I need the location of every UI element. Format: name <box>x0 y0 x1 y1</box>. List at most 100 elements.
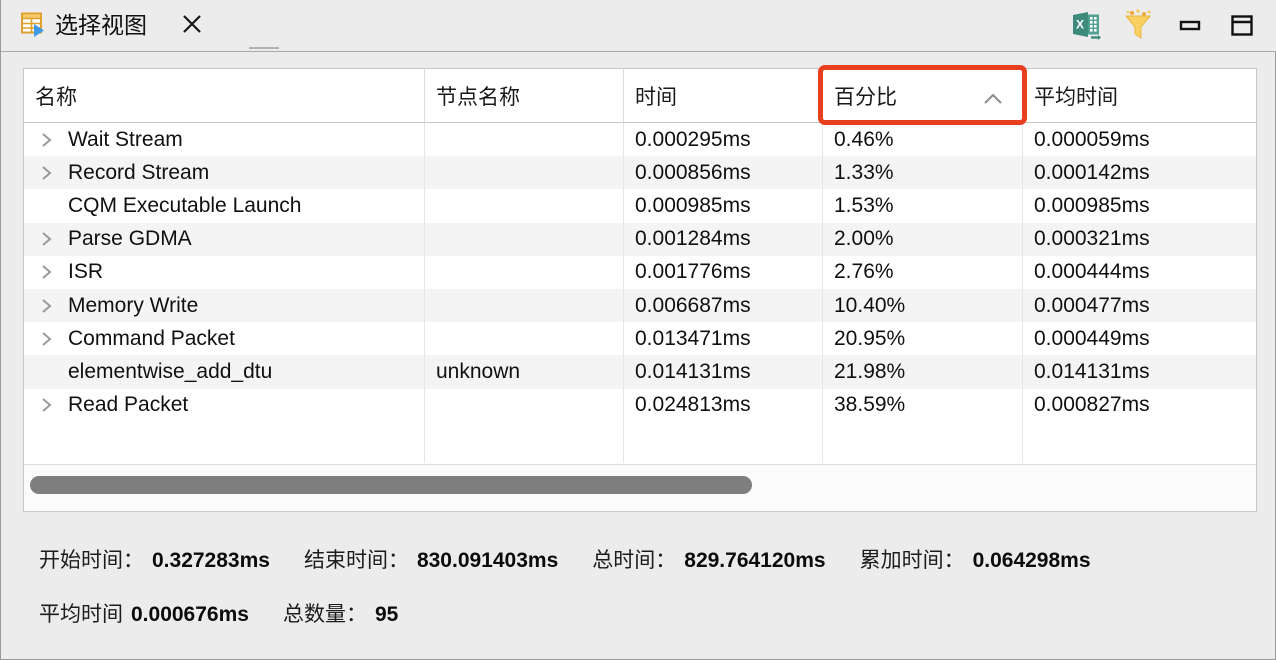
stat-value: 830.091403ms <box>416 549 559 572</box>
row-name-label: Command Packet <box>68 326 235 350</box>
table-empty-filler <box>24 421 1256 463</box>
cell-avgtime: 0.000827ms <box>1034 393 1150 417</box>
stat-value: 95 <box>374 603 399 626</box>
column-header-percent[interactable]: 百分比 <box>823 69 1023 122</box>
cell-time: 0.024813ms <box>624 388 823 422</box>
summary-stat-bottom-0: 平均时间 0.000676ms <box>39 598 249 628</box>
row-name-label: ISR <box>68 260 104 284</box>
filler-cell <box>624 421 823 463</box>
table-row[interactable]: ISR 0.001776ms 2.76% 0.000444ms <box>24 255 1256 289</box>
cell-percent: 20.95% <box>823 322 1023 356</box>
table-row[interactable]: Wait Stream 0.000295ms 0.46% 0.000059ms <box>24 123 1256 157</box>
table-row[interactable]: Record Stream 0.000856ms 1.33% 0.000142ms <box>24 156 1256 190</box>
cell-name: Memory Write <box>24 288 425 323</box>
cell-avgtime: 0.000142ms <box>1034 160 1150 184</box>
stat-value: 829.764120ms <box>684 549 826 572</box>
close-icon[interactable] <box>179 10 205 38</box>
table-row[interactable]: Memory Write 0.006687ms 10.40% 0.000477ms <box>24 288 1256 323</box>
expand-chevron-icon[interactable] <box>32 296 62 316</box>
table-row[interactable]: Parse GDMA 0.001284ms 2.00% 0.000321ms <box>24 222 1256 256</box>
summary-line-2: 平均时间 0.000676ms 总数量： 95 <box>39 598 432 628</box>
summary-stat-top-1: 结束时间： 830.091403ms <box>304 544 558 574</box>
cell-percent: 1.33% <box>823 156 1023 190</box>
expand-chevron-icon[interactable] <box>32 130 62 150</box>
stat-label: 结束时间： <box>303 549 409 572</box>
expand-chevron-icon[interactable] <box>32 329 62 349</box>
cell-name: Read Packet <box>24 388 425 422</box>
cell-name: Parse GDMA <box>24 222 425 256</box>
cell-percent: 10.40% <box>823 288 1023 323</box>
summary-stat-top-0: 开始时间： 0.327283ms <box>39 544 270 574</box>
column-header-time-label: 时间 <box>635 85 677 109</box>
stat-value: 0.064298ms <box>972 549 1091 572</box>
summary-line-1: 开始时间： 0.327283ms 结束时间： 830.091403ms 总时间： 829.… <box>39 544 1125 574</box>
stat-value: 0.000676ms <box>131 603 249 626</box>
summary-stat-top-2: 总时间： 829.764120ms <box>592 544 825 574</box>
toolbar-icons: X <box>1067 6 1261 44</box>
filter-funnel-icon[interactable] <box>1119 6 1157 44</box>
cell-name: Record Stream <box>24 156 425 190</box>
cell-node <box>425 123 624 157</box>
column-header-name[interactable]: 名称 <box>24 69 425 122</box>
cell-percent: 1.53% <box>823 189 1023 223</box>
maximize-icon[interactable] <box>1223 6 1261 44</box>
cell-percent: 21.98% <box>823 355 1023 389</box>
cell-time: 0.013471ms <box>624 322 823 356</box>
column-header-time[interactable]: 时间 <box>624 69 823 122</box>
expand-chevron-icon[interactable] <box>32 262 62 282</box>
cell-node <box>425 156 624 190</box>
minimize-icon[interactable] <box>1171 6 1209 44</box>
stat-label: 总时间： <box>592 549 677 572</box>
tab-title: 选择视图 <box>55 12 147 38</box>
expand-chevron-icon[interactable] <box>32 395 62 415</box>
cell-name: elementwise_add_dtu <box>24 355 425 389</box>
column-header-node-label: 节点名称 <box>436 85 520 109</box>
cell-avgtime: 0.014131ms <box>1034 359 1150 383</box>
table-row[interactable]: CQM Executable Launch 0.000985ms 1.53% 0.00… <box>24 189 1256 223</box>
stat-label: 平均时间 <box>39 603 123 626</box>
export-excel-icon[interactable]: X <box>1067 6 1105 44</box>
profiling-table: 名称 节点名称 时间 百分比 平均时间 Wait Stream 0.000295m… <box>23 68 1257 512</box>
table-row[interactable]: elementwise_add_dtu unknown 0.014131ms 21.9… <box>24 355 1256 389</box>
summary-footer: 开始时间： 0.327283ms 结束时间： 830.091403ms 总时间： 829.… <box>1 524 1275 659</box>
table-body: Wait Stream 0.000295ms 0.46% 0.000059ms Reco… <box>24 123 1256 463</box>
filler-cell <box>24 421 425 463</box>
cell-node <box>425 388 624 422</box>
expand-chevron-icon[interactable] <box>32 229 62 249</box>
stat-value: 0.327283ms <box>152 549 270 572</box>
column-header-avgtime[interactable]: 平均时间 <box>1023 69 1256 122</box>
summary-stat-bottom-1: 总数量： 95 <box>283 598 398 628</box>
cell-name: CQM Executable Launch <box>24 189 425 223</box>
row-name-label: elementwise_add_dtu <box>68 359 273 383</box>
filler-cell <box>425 421 624 463</box>
filler-cell <box>823 421 1023 463</box>
cell-avgtime: 0.000449ms <box>1034 326 1150 350</box>
row-name-label: CQM Executable Launch <box>68 193 302 217</box>
cell-percent: 2.76% <box>823 255 1023 289</box>
cell-node <box>425 288 624 323</box>
cell-node <box>425 189 624 223</box>
cell-percent: 38.59% <box>823 388 1023 422</box>
column-header-node[interactable]: 节点名称 <box>425 69 624 122</box>
tabbar-underline <box>1 51 1276 52</box>
row-name-label: Wait Stream <box>68 127 183 151</box>
cell-time: 0.000295ms <box>624 123 823 157</box>
tab-bar: 选择视图 X <box>1 0 1276 52</box>
cell-time: 0.006687ms <box>624 288 823 323</box>
cell-name: Wait Stream <box>24 123 425 157</box>
cell-node <box>425 322 624 356</box>
table-row[interactable]: Read Packet 0.024813ms 38.59% 0.000827ms <box>24 388 1256 422</box>
cell-time: 0.000856ms <box>624 156 823 190</box>
summary-stat-top-3: 累加时间： 0.064298ms <box>860 544 1091 574</box>
cell-name: ISR <box>24 255 425 289</box>
cell-percent: 0.46% <box>823 123 1023 157</box>
row-name-label: Parse GDMA <box>68 227 192 251</box>
row-name-label: Memory Write <box>68 293 199 317</box>
cell-time: 0.014131ms <box>624 355 823 389</box>
horizontal-scrollbar-thumb[interactable] <box>30 476 752 494</box>
horizontal-scrollbar-track[interactable] <box>24 464 1256 511</box>
table-row[interactable]: Command Packet 0.013471ms 20.95% 0.000449ms <box>24 322 1256 356</box>
row-name-label: Read Packet <box>68 393 189 417</box>
column-header-avgtime-label: 平均时间 <box>1034 85 1118 109</box>
expand-chevron-icon[interactable] <box>32 163 62 183</box>
